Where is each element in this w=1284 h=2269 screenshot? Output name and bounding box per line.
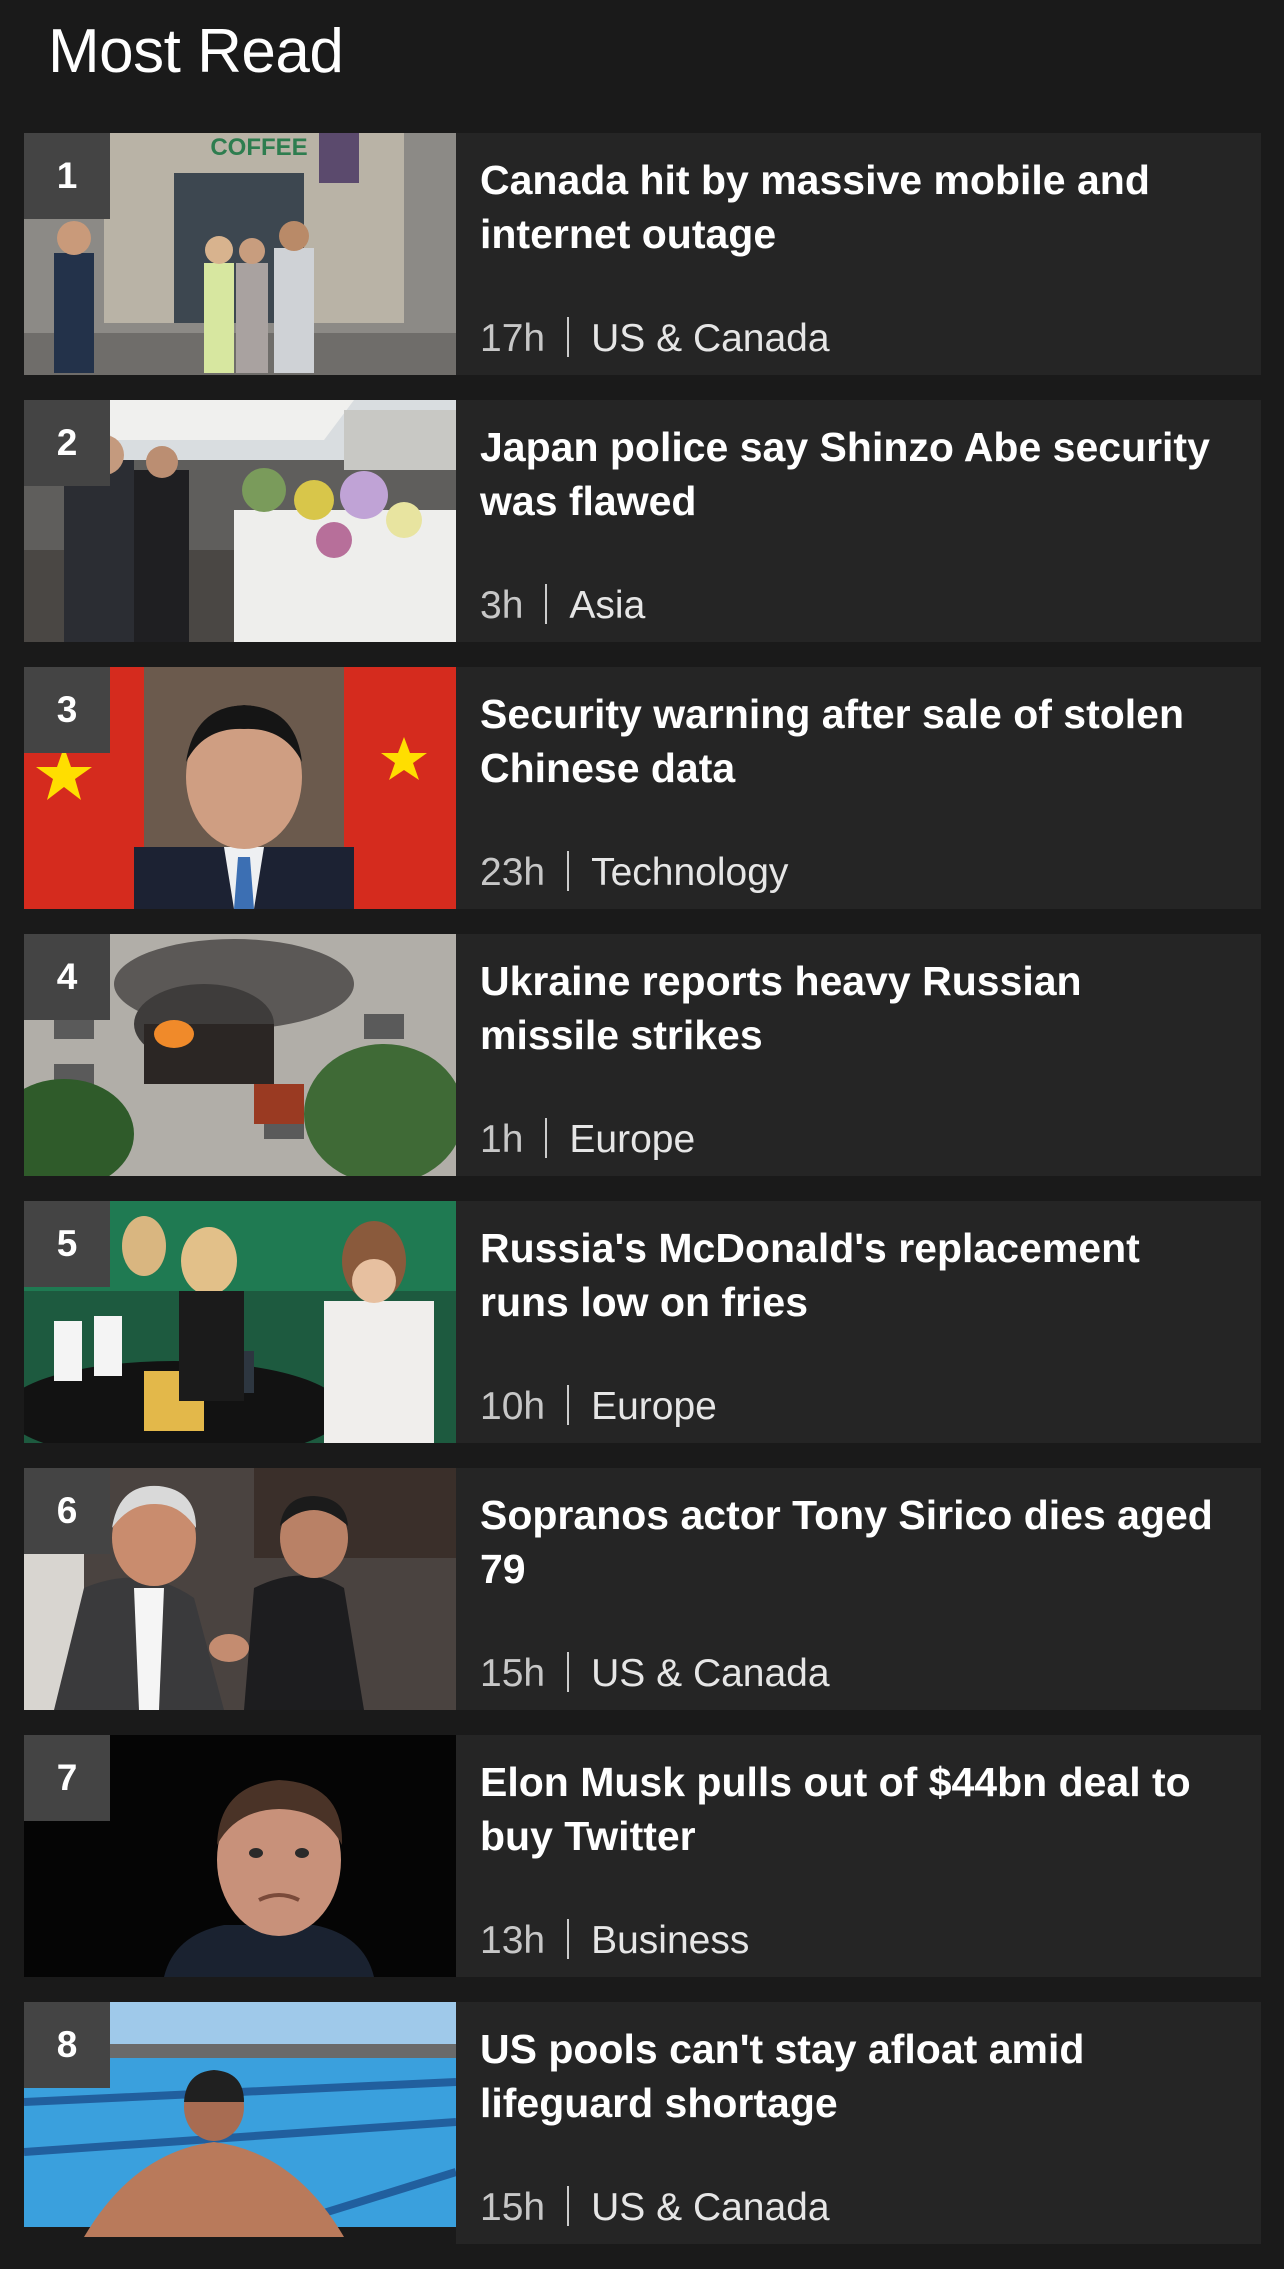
article-thumbnail[interactable]: 5: [24, 1201, 456, 1443]
list-item[interactable]: COFFEE 1 Canada hit by massive mobile an…: [24, 133, 1261, 375]
rank-badge: 7: [24, 1735, 110, 1821]
article-headline[interactable]: Sopranos actor Tony Sirico dies aged 79: [480, 1488, 1231, 1596]
article-time: 3h: [480, 584, 524, 627]
article-section[interactable]: Technology: [591, 851, 788, 894]
article-content: US pools can't stay afloat amid lifeguar…: [456, 2002, 1261, 2244]
article-meta: 23h Technology: [480, 849, 788, 897]
article-time: 15h: [480, 1652, 546, 1695]
meta-divider: [567, 2186, 570, 2226]
article-meta: 10h Europe: [480, 1383, 717, 1431]
meta-divider: [567, 1919, 570, 1959]
meta-divider: [567, 851, 570, 891]
article-time: 15h: [480, 2186, 546, 2229]
rank-badge: 4: [24, 934, 110, 1020]
article-thumbnail[interactable]: 3: [24, 667, 456, 909]
article-meta: 17h US & Canada: [480, 315, 830, 363]
rank-badge: 6: [24, 1468, 110, 1554]
article-content: Russia's McDonald's replacement runs low…: [456, 1201, 1261, 1443]
article-section[interactable]: Europe: [569, 1118, 695, 1161]
article-content: Elon Musk pulls out of $44bn deal to buy…: [456, 1735, 1261, 1977]
meta-divider: [567, 1652, 570, 1692]
article-time: 17h: [480, 317, 546, 360]
article-headline[interactable]: US pools can't stay afloat amid lifeguar…: [480, 2022, 1231, 2130]
meta-divider: [567, 317, 570, 357]
list-item[interactable]: 7 Elon Musk pulls out of $44bn deal to b…: [24, 1735, 1261, 1977]
article-headline[interactable]: Russia's McDonald's replacement runs low…: [480, 1221, 1231, 1329]
article-thumbnail[interactable]: 4: [24, 934, 456, 1176]
article-section[interactable]: Asia: [569, 584, 645, 627]
article-meta: 15h US & Canada: [480, 1650, 830, 1698]
most-read-list: COFFEE 1 Canada hit by massive mobile an…: [24, 133, 1261, 2269]
meta-divider: [567, 1385, 570, 1425]
article-thumbnail[interactable]: COFFEE 1: [24, 133, 456, 375]
article-headline[interactable]: Security warning after sale of stolen Ch…: [480, 687, 1231, 795]
rank-badge: 2: [24, 400, 110, 486]
article-headline[interactable]: Ukraine reports heavy Russian missile st…: [480, 954, 1231, 1062]
article-section[interactable]: US & Canada: [591, 317, 829, 360]
list-item[interactable]: 8 US pools can't stay afloat amid lifegu…: [24, 2002, 1261, 2244]
list-item[interactable]: 2 Japan police say Shinzo Abe security w…: [24, 400, 1261, 642]
article-thumbnail[interactable]: 6: [24, 1468, 456, 1710]
list-item[interactable]: 5 Russia's McDonald's replacement runs l…: [24, 1201, 1261, 1443]
most-read-page: Most Read COFFEE 1 Canada hit by massive…: [0, 0, 1284, 2256]
article-content: Sopranos actor Tony Sirico dies aged 79 …: [456, 1468, 1261, 1710]
article-meta: 3h Asia: [480, 582, 645, 630]
article-time: 13h: [480, 1919, 546, 1962]
article-section[interactable]: US & Canada: [591, 1652, 829, 1695]
rank-badge: 5: [24, 1201, 110, 1287]
article-thumbnail[interactable]: 8: [24, 2002, 456, 2244]
list-item[interactable]: 4 Ukraine reports heavy Russian missile …: [24, 934, 1261, 1176]
article-time: 23h: [480, 851, 546, 894]
rank-badge: 8: [24, 2002, 110, 2088]
list-item[interactable]: 6 Sopranos actor Tony Sirico dies aged 7…: [24, 1468, 1261, 1710]
meta-divider: [545, 1118, 548, 1158]
article-thumbnail[interactable]: 7: [24, 1735, 456, 1977]
section-title: Most Read: [48, 17, 344, 86]
article-section[interactable]: Business: [591, 1919, 749, 1962]
rank-badge: 3: [24, 667, 110, 753]
article-time: 1h: [480, 1118, 524, 1161]
article-content: Ukraine reports heavy Russian missile st…: [456, 934, 1261, 1176]
article-thumbnail[interactable]: 2: [24, 400, 456, 642]
article-time: 10h: [480, 1385, 546, 1428]
article-meta: 1h Europe: [480, 1116, 695, 1164]
rank-badge: 1: [24, 133, 110, 219]
article-headline[interactable]: Elon Musk pulls out of $44bn deal to buy…: [480, 1755, 1231, 1863]
meta-divider: [545, 584, 548, 624]
article-headline[interactable]: Japan police say Shinzo Abe security was…: [480, 420, 1231, 528]
article-meta: 13h Business: [480, 1917, 749, 1965]
article-meta: 15h US & Canada: [480, 2184, 830, 2232]
thumbnail-text: COFFEE: [210, 134, 307, 161]
article-headline[interactable]: Canada hit by massive mobile and interne…: [480, 153, 1231, 261]
list-item[interactable]: 3 Security warning after sale of stolen …: [24, 667, 1261, 909]
article-section[interactable]: Europe: [591, 1385, 717, 1428]
article-content: Security warning after sale of stolen Ch…: [456, 667, 1261, 909]
article-content: Japan police say Shinzo Abe security was…: [456, 400, 1261, 642]
article-content: Canada hit by massive mobile and interne…: [456, 133, 1261, 375]
article-section[interactable]: US & Canada: [591, 2186, 829, 2229]
